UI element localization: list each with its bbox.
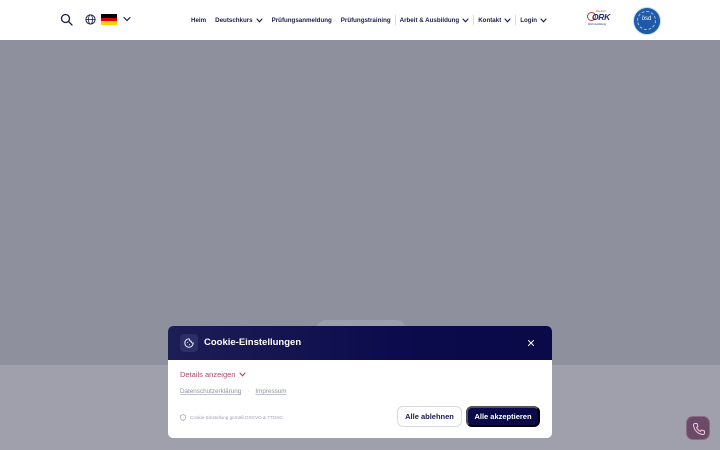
nav-item-label: Kontakt [478,16,502,24]
floating-contact-button[interactable] [686,416,710,440]
nav-item-heim[interactable]: Heim [191,17,206,24]
imprint-link[interactable]: Impressum [255,388,286,395]
nav-separator [515,15,517,25]
nav-separator [394,15,396,25]
phone-icon [692,423,705,436]
cookie-dialog-header: Cookie-Einstellungen [168,326,552,360]
nav-item-prüfungsanmeldung[interactable]: Prüfungsanmeldung [272,17,332,24]
privacy-policy-link[interactable]: Datenschutzerklärung [180,388,241,395]
compliance-text: Cookie-Einstellung gemäß DSGVO & TTDSG [190,415,283,420]
osd-logo[interactable]: ösd [633,7,661,35]
osd-logo-text: ösd [641,16,652,22]
nav-item-kontakt[interactable]: Kontakt [478,17,511,24]
cookie-icon-container [180,334,198,352]
nav-item-label: Heim [191,16,207,24]
cookie-dialog-title: Cookie-Einstellungen [204,337,302,348]
chevron-down-icon [462,17,469,23]
nav-item-label: Arbeit & Ausbildung [399,16,460,24]
chevron-down-icon[interactable] [123,16,131,22]
main-navigation: Heim Deutschkurs Prüfungsanmeldung Prüfungs… [191,0,547,40]
chevron-down-icon [256,17,263,23]
logo-sub-text: Work Ausbildung [588,23,606,26]
decline-all-button[interactable]: Alle ablehnen [397,406,462,427]
chevron-down-icon [239,372,247,377]
shield-icon [180,414,186,421]
nav-item-label: Prüfungsanmeldung [271,16,332,24]
nav-item-login[interactable]: Login [520,17,547,24]
link-separator: · [247,388,250,395]
nav-separator [473,15,475,25]
nav-item-label: Prüfungstraining [340,16,391,24]
hero-section [0,40,720,365]
search-icon[interactable] [60,13,73,26]
nav-item-deutschkurs[interactable]: Deutschkurs [215,16,263,24]
close-icon[interactable] [526,338,536,348]
site-header: Heim Deutschkurs Prüfungsanmeldung Prüfungs… [0,0,720,40]
logo-main-text: ORK [592,12,610,22]
nav-item-label: Login [520,16,538,24]
details-toggle-label: Details anzeigen [180,370,236,379]
accept-all-button[interactable]: Alle akzeptieren [466,406,540,427]
cookie-icon [184,338,194,348]
compliance-note: Cookie-Einstellung gemäß DSGVO & TTDSG [180,414,283,421]
chevron-down-icon [540,17,547,23]
nav-item-prüfungstraining[interactable]: Prüfungstraining [341,17,391,24]
details-toggle[interactable]: Details anzeigen [180,370,247,379]
nav-item-label: Deutschkurs [215,16,253,24]
german-flag-icon[interactable] [101,14,117,26]
legal-links: Datenschutzerklärung · Impressum [180,388,287,395]
nav-item-arbeit-ausbildung[interactable]: Arbeit & Ausbildung [400,17,470,24]
deutsch-work-logo[interactable]: Deutsch ORK Work Ausbildung [586,10,618,30]
globe-icon[interactable] [85,14,96,25]
cookie-consent-dialog: Cookie-Einstellungen Details anzeigen Da… [168,326,552,438]
chevron-down-icon [504,17,511,23]
